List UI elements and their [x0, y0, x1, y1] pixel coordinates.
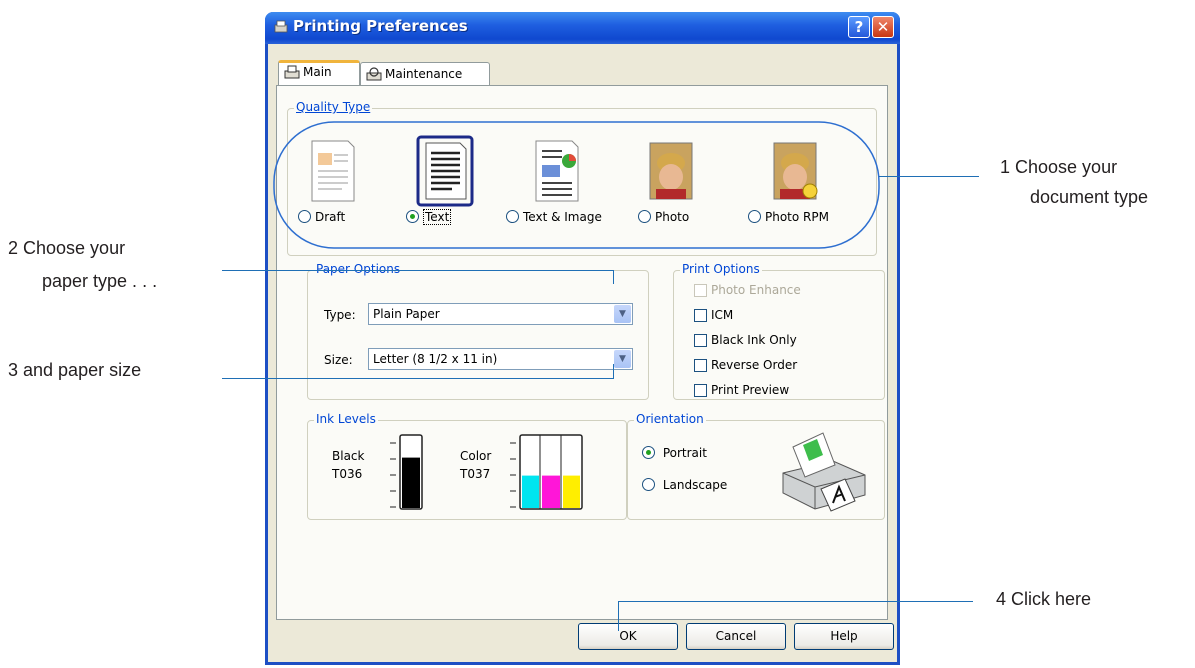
paper-size-select[interactable]: Letter (8 1/2 x 11 in) ▼ [368, 348, 633, 370]
tab-main-label: Main [303, 65, 332, 79]
printer-icon [274, 20, 288, 33]
checkbox[interactable] [694, 384, 707, 397]
printing-preferences-window: Printing Preferences ? ✕ Main Maintenanc… [265, 12, 900, 665]
ink-levels-group: Ink Levels Black T036 Color T037 [307, 412, 627, 520]
help-title-button[interactable]: ? [848, 16, 870, 38]
window-title: Printing Preferences [293, 17, 468, 35]
orientation-title: Orientation [634, 412, 706, 426]
paper-options-title: Paper Options [314, 262, 403, 276]
type-label: Type: [324, 308, 356, 322]
black-ink-gauge [390, 434, 423, 510]
checkbox [694, 284, 707, 297]
chevron-down-icon[interactable]: ▼ [614, 305, 631, 323]
annotation-2-line1: 2 Choose your [8, 238, 126, 258]
print-preview-checkbox[interactable]: Print Preview [694, 383, 789, 397]
checkbox[interactable] [694, 359, 707, 372]
printer-icon [284, 65, 300, 79]
paper-type-value: Plain Paper [373, 307, 440, 321]
callout-line-3-rise [613, 364, 614, 378]
annotation-2-line2: paper type . . . [42, 271, 158, 291]
help-button[interactable]: Help [794, 623, 894, 650]
callout-line-4 [618, 601, 973, 602]
checkbox[interactable] [694, 309, 707, 322]
annotation-1-line2: document type [1030, 187, 1149, 207]
reverse-order-checkbox[interactable]: Reverse Order [694, 358, 797, 372]
orientation-group: Orientation Portrait Landscape [627, 412, 885, 520]
black-ink-code: T036 [332, 467, 363, 481]
tab-main[interactable]: Main [278, 60, 360, 86]
close-button[interactable]: ✕ [872, 16, 894, 38]
chevron-down-icon[interactable]: ▼ [614, 350, 631, 368]
landscape-label: Landscape [662, 477, 728, 492]
landscape-option[interactable]: Landscape [642, 477, 727, 492]
quality-callout-ellipse [273, 121, 880, 249]
color-ink-gauge [510, 434, 583, 510]
black-ink-name: Black [332, 449, 365, 463]
portrait-label: Portrait [662, 445, 707, 460]
callout-line-2-drop [613, 270, 614, 284]
callout-line-1 [879, 176, 979, 177]
photo-enhance-checkbox: Photo Enhance [694, 283, 801, 297]
landscape-radio[interactable] [642, 478, 655, 491]
printer-orientation-icon [782, 432, 866, 512]
color-ink-code: T037 [460, 467, 491, 481]
paper-size-value: Letter (8 1/2 x 11 in) [373, 352, 498, 366]
print-options-title: Print Options [680, 262, 762, 276]
callout-line-3 [222, 378, 614, 379]
print-options-group: Print Options Photo Enhance ICM Black In… [673, 262, 885, 400]
black-ink-only-checkbox[interactable]: Black Ink Only [694, 333, 797, 347]
tab-maintenance[interactable]: Maintenance [360, 62, 490, 86]
quality-type-title: Quality Type [294, 100, 373, 114]
maintenance-printer-icon [366, 67, 382, 81]
icm-checkbox[interactable]: ICM [694, 308, 733, 322]
paper-options-group: Paper Options Type: Plain Paper ▼ Size: … [307, 262, 649, 400]
checkbox[interactable] [694, 334, 707, 347]
ink-levels-title: Ink Levels [314, 412, 378, 426]
annotation-3: 3 and paper size [8, 360, 142, 380]
callout-line-2 [222, 270, 614, 271]
tab-maintenance-label: Maintenance [385, 67, 463, 81]
ok-button[interactable]: OK [578, 623, 678, 650]
size-label: Size: [324, 353, 353, 367]
callout-line-4-drop [618, 601, 619, 631]
title-bar[interactable]: Printing Preferences ? ✕ [265, 12, 900, 44]
portrait-radio[interactable] [642, 446, 655, 459]
cancel-button[interactable]: Cancel [686, 623, 786, 650]
color-ink-name: Color [460, 449, 492, 463]
paper-type-select[interactable]: Plain Paper ▼ [368, 303, 633, 325]
annotation-4: 4 Click here [996, 589, 1092, 609]
annotation-1-line1: 1 Choose your [1000, 157, 1118, 177]
portrait-option[interactable]: Portrait [642, 445, 707, 460]
